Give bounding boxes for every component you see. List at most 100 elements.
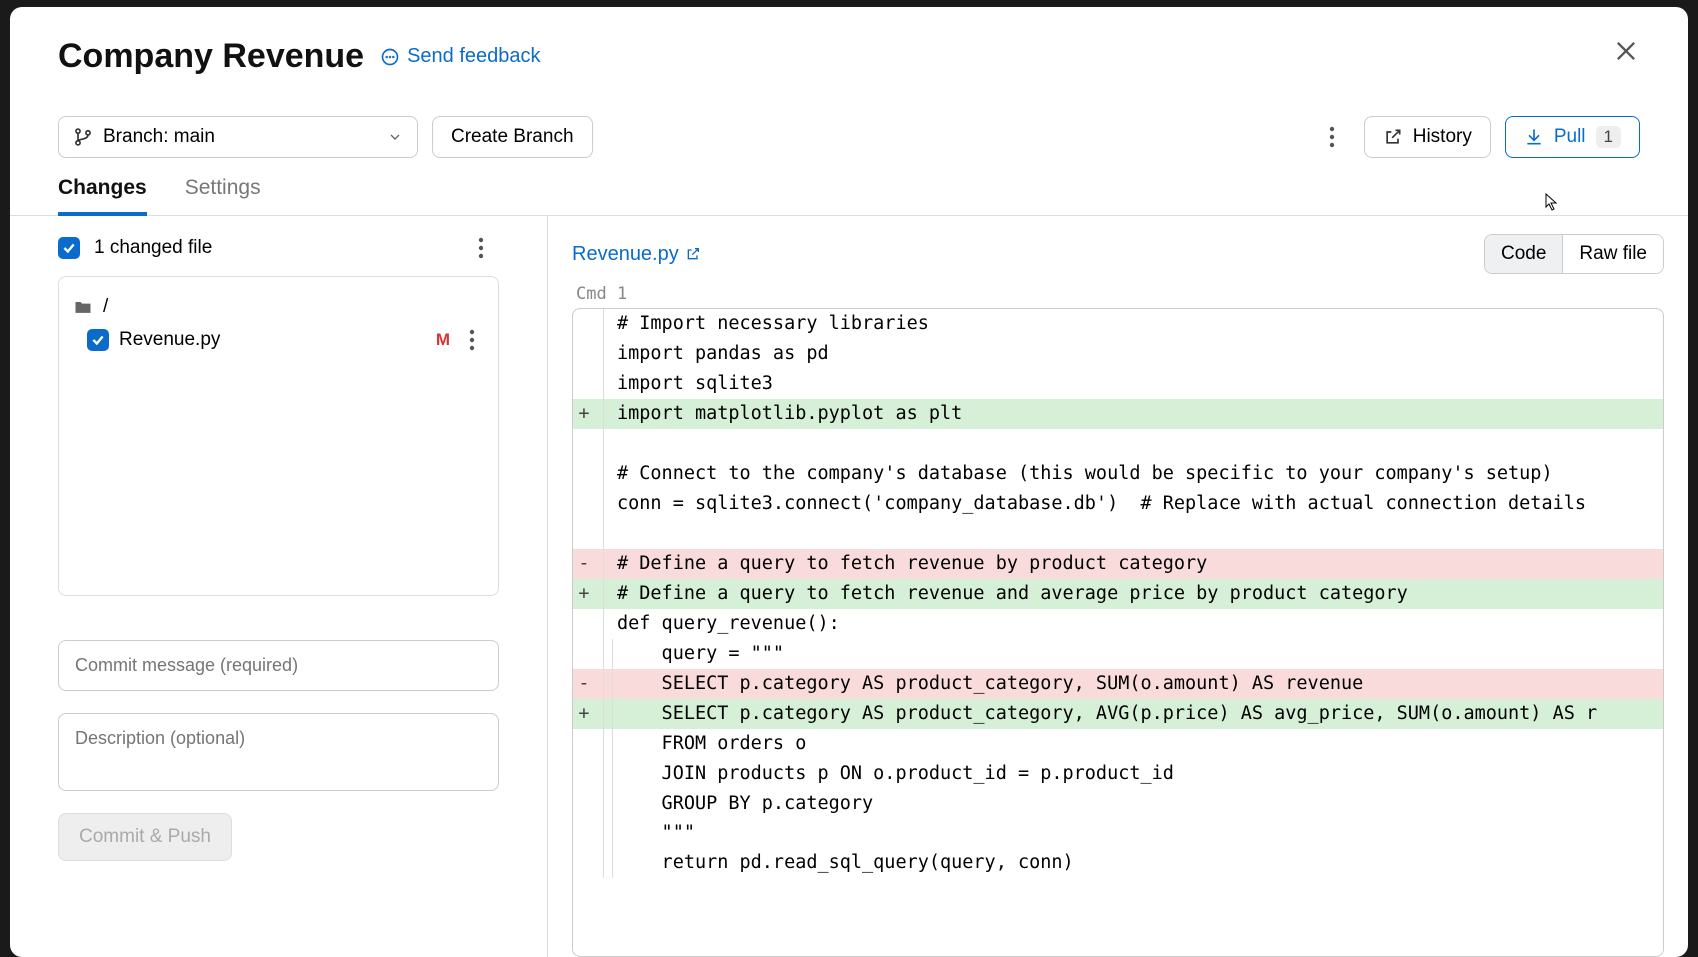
diff-line: GROUP BY p.category: [573, 789, 1663, 819]
send-feedback-link[interactable]: Send feedback: [380, 45, 540, 68]
diff-code: def query_revenue():: [615, 609, 1663, 639]
diff-gutter: [573, 789, 595, 819]
main-area: 1 changed file / Revenue.py M: [10, 216, 1688, 957]
diff-gutter: [573, 309, 595, 339]
diff-code: # Connect to the company's database (thi…: [615, 459, 1663, 489]
chevron-down-icon: [387, 129, 403, 145]
diff-code: FROM orders o: [615, 729, 1663, 759]
select-all-checkbox[interactable]: [58, 237, 80, 259]
history-button[interactable]: History: [1364, 116, 1491, 158]
diff-gutter: -: [573, 549, 595, 579]
diff-code: import sqlite3: [615, 369, 1663, 399]
header: Company Revenue Send feedback: [10, 7, 1688, 76]
diff-code: # Import necessary libraries: [615, 309, 1663, 339]
create-branch-button[interactable]: Create Branch: [432, 116, 593, 158]
toolbar-kebab-menu[interactable]: [1320, 125, 1344, 149]
tab-changes[interactable]: Changes: [58, 176, 147, 216]
check-icon: [62, 241, 76, 255]
diff-gutter: [573, 459, 595, 489]
tabs: Changes Settings: [10, 158, 1688, 216]
git-modal: Company Revenue Send feedback Branch: ma…: [10, 7, 1688, 957]
toggle-rawfile[interactable]: Raw file: [1563, 235, 1663, 273]
file-kebab-menu[interactable]: [460, 328, 484, 352]
diff-indent-bars: [595, 399, 615, 429]
diff-gutter: [573, 818, 595, 848]
file-checkbox[interactable]: [87, 329, 109, 351]
diff-gutter: [573, 519, 595, 549]
branch-selector[interactable]: Branch: main: [58, 116, 418, 158]
diff-line: + SELECT p.category AS product_category,…: [573, 699, 1663, 729]
tree-file-row[interactable]: Revenue.py M: [69, 323, 488, 357]
tree-root[interactable]: /: [69, 291, 488, 323]
view-toggle: Code Raw file: [1484, 234, 1664, 274]
diff-line: +# Define a query to fetch revenue and a…: [573, 579, 1663, 609]
diff-gutter: -: [573, 669, 595, 699]
commit-description-input[interactable]: [58, 713, 499, 791]
diff-code: GROUP BY p.category: [615, 789, 1663, 819]
diff-line: def query_revenue():: [573, 609, 1663, 639]
commit-message-input[interactable]: [58, 640, 499, 691]
diff-line: FROM orders o: [573, 729, 1663, 759]
branch-label: Branch: main: [103, 126, 215, 148]
diff-code: import pandas as pd: [615, 339, 1663, 369]
diff-gutter: [573, 729, 595, 759]
diff-code: # Define a query to fetch revenue and av…: [615, 579, 1663, 609]
diff-indent-bars: [595, 699, 615, 729]
create-branch-label: Create Branch: [451, 126, 574, 148]
close-icon: [1612, 37, 1640, 65]
diff-code: """: [615, 818, 1663, 848]
file-link[interactable]: Revenue.py: [572, 243, 701, 266]
diff-line: + import matplotlib.pyplot as plt: [573, 399, 1663, 429]
commit-push-button[interactable]: Commit & Push: [58, 813, 232, 861]
diff-code: import matplotlib.pyplot as plt: [615, 399, 1663, 429]
diff-line: JOIN products p ON o.product_id = p.prod…: [573, 759, 1663, 789]
diff-indent-bars: [595, 369, 615, 399]
diff-line: return pd.read_sql_query(query, conn): [573, 848, 1663, 878]
diff-gutter: [573, 848, 595, 878]
diff-gutter: [573, 339, 595, 369]
file-header: Revenue.py Code Raw file: [572, 234, 1664, 274]
diff-line: -# Define a query to fetch revenue by pr…: [573, 549, 1663, 579]
modified-badge: M: [436, 330, 450, 350]
file-link-label: Revenue.py: [572, 243, 679, 266]
pull-count-badge: 1: [1596, 126, 1621, 148]
diff-line: """: [573, 818, 1663, 848]
file-tree: / Revenue.py M: [58, 276, 499, 596]
diff-line: conn = sqlite3.connect('company_database…: [573, 489, 1663, 519]
diff-gutter: [573, 609, 595, 639]
kebab-icon: [469, 329, 475, 351]
diff-indent-bars: [595, 489, 615, 519]
diff-line: # Import necessary libraries: [573, 309, 1663, 339]
changed-files-count: 1 changed file: [94, 237, 212, 259]
diff-indent-bars: [595, 459, 615, 489]
diff-gutter: +: [573, 399, 595, 429]
diff-line: [573, 519, 1663, 549]
commit-form: Commit & Push: [58, 640, 499, 861]
diff-indent-bars: [595, 519, 615, 549]
pull-button[interactable]: Pull 1: [1505, 116, 1640, 158]
toolbar: Branch: main Create Branch History Pull …: [10, 76, 1688, 158]
diff-indent-bars: [595, 818, 615, 848]
toggle-code[interactable]: Code: [1485, 235, 1563, 273]
diff-code: SELECT p.category AS product_category, S…: [615, 669, 1663, 699]
diff-indent-bars: [595, 639, 615, 669]
diff-code: SELECT p.category AS product_category, A…: [615, 699, 1663, 729]
diff-indent-bars: [595, 759, 615, 789]
page-title: Company Revenue: [58, 37, 364, 76]
diff-code: return pd.read_sql_query(query, conn): [615, 848, 1663, 878]
diff-line: import sqlite3: [573, 369, 1663, 399]
chat-icon: [380, 47, 400, 67]
diff-code: [615, 519, 1663, 549]
diff-gutter: [573, 369, 595, 399]
close-button[interactable]: [1612, 37, 1640, 65]
files-kebab-menu[interactable]: [469, 236, 493, 260]
tab-settings[interactable]: Settings: [185, 176, 261, 215]
diff-indent-bars: [595, 669, 615, 699]
pull-label: Pull: [1554, 126, 1586, 148]
diff-code: JOIN products p ON o.product_id = p.prod…: [615, 759, 1663, 789]
diff-viewer[interactable]: # Import necessary libraries import pand…: [572, 308, 1664, 957]
diff-indent-bars: [595, 309, 615, 339]
kebab-icon: [478, 237, 484, 259]
diff-line: # Connect to the company's database (thi…: [573, 459, 1663, 489]
root-label: /: [103, 296, 108, 318]
